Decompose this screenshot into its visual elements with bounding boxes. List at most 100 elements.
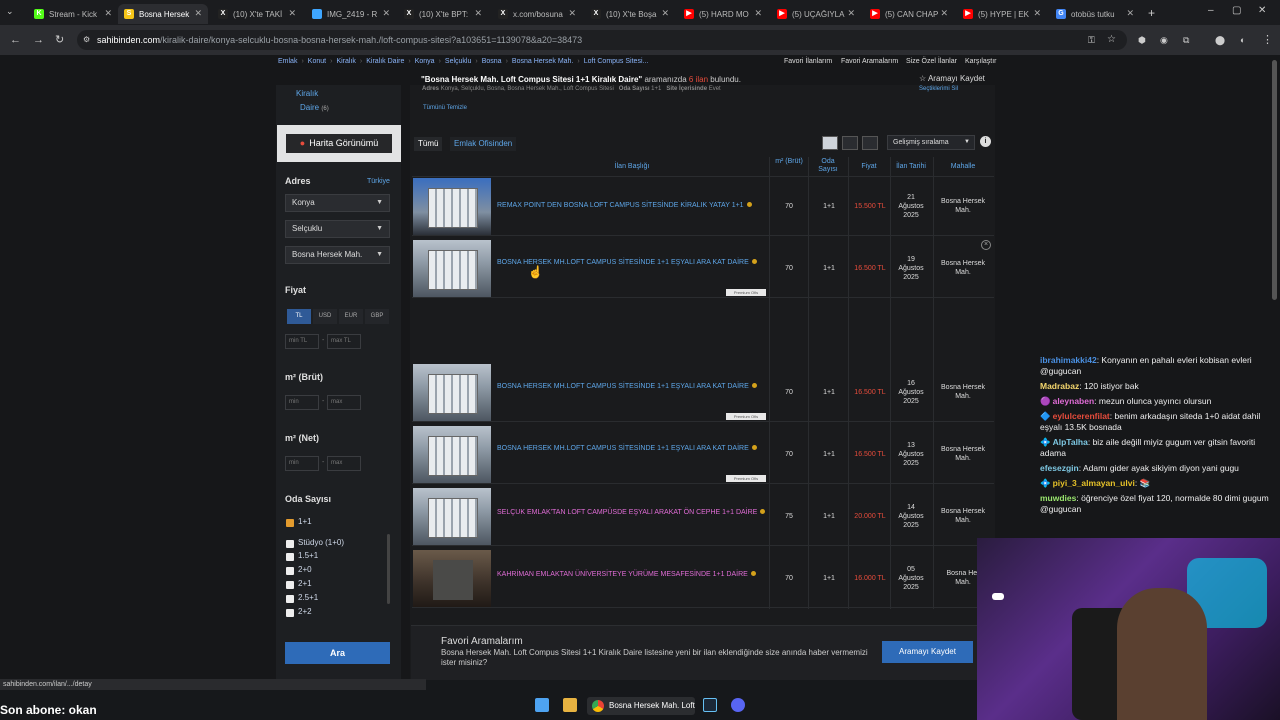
bookmark-star-icon[interactable]: ☆ [1107, 34, 1116, 46]
breadcrumb-item[interactable]: Konut [308, 58, 326, 65]
save-search-button[interactable]: Aramayı Kaydet [882, 641, 973, 663]
avatar[interactable]: ◐ [1240, 34, 1245, 46]
browser-tab[interactable]: ▶ (5) HYPE | EK ✕ [957, 4, 1047, 24]
breadcrumb-item[interactable]: Loft Compus Sitesi... [584, 58, 649, 65]
map-grid-view-icon[interactable] [862, 136, 878, 150]
col-price[interactable]: Fiyat [851, 163, 887, 171]
currency-gbp[interactable]: GBP [365, 309, 389, 324]
listing-row[interactable]: BOSNA HERSEK MH.LOFT CAMPUS SİTESİNDE 1+… [412, 424, 994, 484]
room-checkbox-label[interactable]: 2+0 [298, 565, 312, 574]
col-rooms[interactable]: Oda Sayısı [813, 158, 843, 174]
tab-close-icon[interactable]: ✕ [754, 8, 762, 19]
url-input[interactable]: sahibinden.com/kiralik-daire/konya-selcu… [77, 30, 1127, 50]
room-checkbox-label[interactable]: 1+1 [298, 517, 312, 526]
room-checkbox-label[interactable]: 2+1 [298, 579, 312, 588]
room-checkbox[interactable] [286, 581, 294, 589]
hide-listing-icon[interactable]: × [981, 240, 991, 250]
district-select[interactable]: Selçuklu ▼ [285, 220, 390, 238]
map-view-button[interactable]: ● Harita Görünümü [286, 134, 392, 153]
listing-thumbnail[interactable] [413, 426, 491, 483]
room-checkbox[interactable] [286, 519, 294, 527]
room-checkbox-label[interactable]: 2+2 [298, 607, 312, 616]
minimize-icon[interactable]: – [1208, 5, 1214, 16]
net-max-input[interactable]: max [327, 456, 361, 471]
browser-tab[interactable]: X (10) X'te BPT: ✕ [398, 4, 488, 24]
password-icon[interactable]: ⚿ [1088, 34, 1095, 46]
browser-tab[interactable]: X (10) X'te TAKİ ✕ [212, 4, 302, 24]
listing-thumbnail[interactable] [413, 364, 491, 421]
profile-icon[interactable]: ⬤ [1215, 34, 1225, 46]
list-view-icon[interactable] [822, 136, 838, 150]
reload-icon[interactable]: ↻ [55, 34, 64, 46]
breadcrumb-item[interactable]: Kiralık Daire [366, 58, 404, 65]
price-min-input[interactable]: min TL [285, 334, 319, 349]
steam-icon[interactable] [703, 698, 717, 712]
listing-row[interactable]: BOSNA HERSEK MH.LOFT CAMPUS SİTESİNDE 1+… [412, 238, 994, 298]
listing-row[interactable]: KAHRİMAN EMLAKTAN ÜNİVERSİTEYE YÜRÜME ME… [412, 548, 994, 608]
maximize-icon[interactable]: ▢ [1232, 5, 1241, 16]
browser-tab[interactable]: ▶ (5) UÇAĞIYLA ✕ [771, 4, 861, 24]
room-checkbox-label[interactable]: 1.5+1 [298, 551, 318, 560]
gallery-view-icon[interactable] [842, 136, 858, 150]
forward-icon[interactable]: → [33, 34, 44, 46]
tab-close-icon[interactable]: ✕ [194, 8, 202, 19]
tab-close-icon[interactable]: ✕ [1033, 8, 1041, 19]
windows-start-icon[interactable] [535, 698, 549, 712]
city-select[interactable]: Konya ▼ [285, 194, 390, 212]
currency-tl[interactable]: TL [287, 309, 311, 324]
listing-thumbnail[interactable] [413, 488, 491, 545]
close-window-icon[interactable]: ✕ [1258, 5, 1266, 16]
tab-close-icon[interactable]: ✕ [568, 8, 576, 19]
back-icon[interactable]: ← [10, 34, 21, 46]
browser-tab[interactable]: IMG_2419 - R ✕ [306, 4, 396, 24]
gross-min-input[interactable]: min [285, 395, 319, 410]
browser-tab[interactable]: Xx.com/bosuna ✕ [492, 4, 582, 24]
listing-thumbnail[interactable] [413, 240, 491, 297]
browser-tab[interactable]: Gotobüs tutku ✕ [1050, 4, 1140, 24]
listing-thumbnail[interactable] [413, 178, 491, 235]
currency-usd[interactable]: USD [313, 309, 337, 324]
breadcrumb-item[interactable]: Konya [415, 58, 435, 65]
col-title[interactable]: İlan Başlığı [610, 163, 654, 171]
delete-selected-link[interactable]: Seçtiklerimi Sil [919, 86, 958, 92]
special-listings-link[interactable]: Size Özel İlanlar [906, 58, 957, 65]
tab-close-icon[interactable]: ✕ [474, 8, 482, 19]
search-button[interactable]: Ara [285, 642, 390, 664]
listing-title[interactable]: BOSNA HERSEK MH.LOFT CAMPUS SİTESİNDE 1+… [497, 444, 767, 453]
save-search-link[interactable]: ☆ Aramayı Kaydet [919, 74, 985, 83]
audio-icon[interactable]: ◉ [1160, 34, 1168, 46]
tab-close-icon[interactable]: ✕ [288, 8, 296, 19]
net-min-input[interactable]: min [285, 456, 319, 471]
info-icon[interactable]: i [980, 136, 991, 147]
browser-tab[interactable]: ▶ (5) CAN CHAP ✕ [864, 4, 954, 24]
neighborhood-select[interactable]: Bosna Hersek Mah. ▼ [285, 246, 390, 264]
gross-max-input[interactable]: max [327, 395, 361, 410]
fav-searches-link[interactable]: Favori Aramalarım [841, 58, 898, 65]
breadcrumb-item[interactable]: Kiralık [336, 58, 355, 65]
listing-title[interactable]: BOSNA HERSEK MH.LOFT CAMPUS SİTESİNDE 1+… [497, 382, 767, 391]
listing-title[interactable]: SELÇUK EMLAK'TAN LOFT CAMPÜSDE EŞYALI AR… [497, 508, 767, 517]
room-checkbox[interactable] [286, 540, 294, 548]
col-m2[interactable]: m² (Brüt) [772, 158, 806, 166]
site-info-icon[interactable]: ⚙ [83, 35, 90, 44]
tab-all[interactable]: Tümü [414, 137, 443, 151]
breadcrumb-item[interactable]: Emlak [278, 58, 297, 65]
room-checkbox[interactable] [286, 553, 294, 561]
listing-title[interactable]: KAHRİMAN EMLAKTAN ÜNİVERSİTEYE YÜRÜME ME… [497, 570, 767, 579]
listing-row[interactable]: REMAX POINT DEN BOSNA LOFT CAMPUS SİTESİ… [412, 176, 994, 236]
listing-title[interactable]: REMAX POINT DEN BOSNA LOFT CAMPUS SİTESİ… [497, 201, 767, 210]
browser-tab[interactable]: S Bosna Hersek ✕ [118, 4, 208, 24]
room-checkbox-label[interactable]: Stüdyo (1+0) [298, 538, 344, 547]
breadcrumb-item[interactable]: Selçuklu [445, 58, 471, 65]
file-explorer-icon[interactable] [563, 698, 577, 712]
discord-icon[interactable] [731, 698, 745, 712]
new-tab-button[interactable]: + [1148, 6, 1155, 20]
fav-listings-link[interactable]: Favori İlanlarım [784, 58, 832, 65]
category-daire[interactable]: Daire (6) [300, 103, 329, 112]
browser-tab[interactable]: X (10) X'te Boşa ✕ [585, 4, 675, 24]
puzzle-icon[interactable]: ⧉ [1183, 34, 1189, 46]
room-checkbox[interactable] [286, 609, 294, 617]
browser-tab[interactable]: ▶ (5) HARD MO ✕ [678, 4, 768, 24]
room-checkbox[interactable] [286, 595, 294, 603]
price-max-input[interactable]: max TL [327, 334, 361, 349]
